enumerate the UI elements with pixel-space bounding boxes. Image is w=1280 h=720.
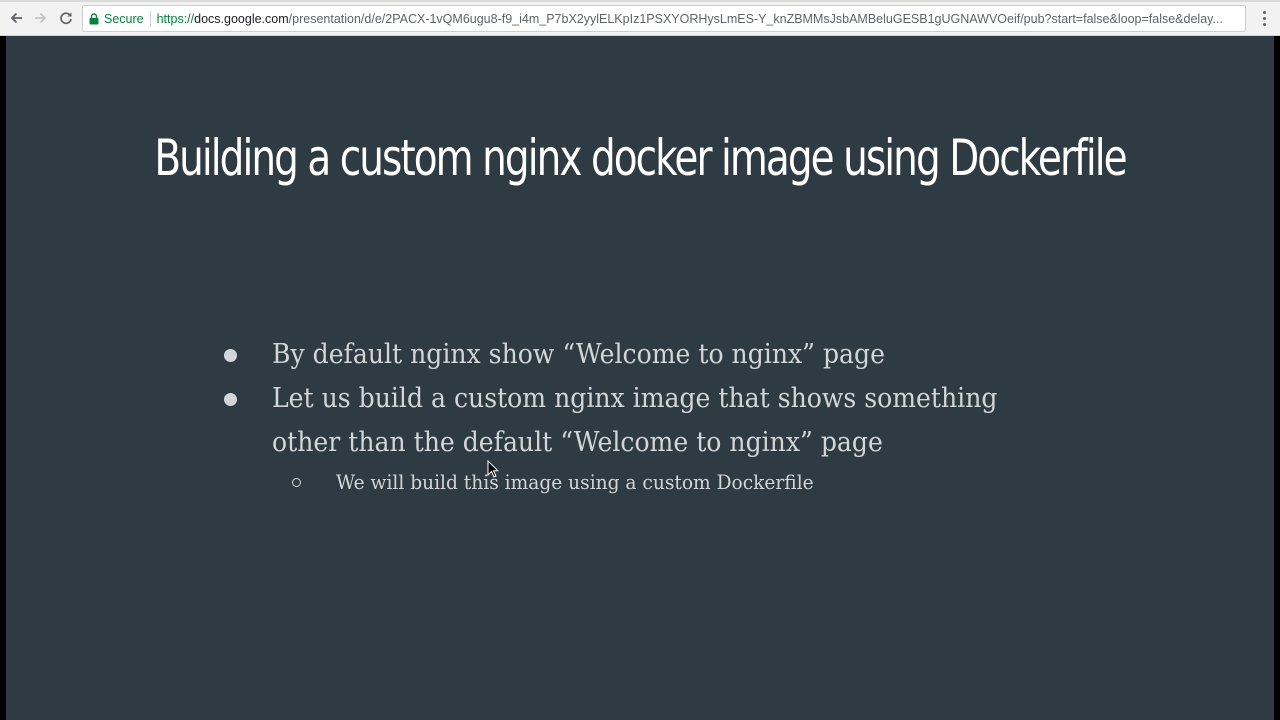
mouse-pointer-icon [487,460,499,478]
bullet-text: Let us build a custom nginx image that s… [272,383,998,414]
sub-bullet-circle [292,478,301,487]
reload-icon [60,12,72,25]
bullet-dot [224,349,237,362]
more-vert-icon[interactable] [1256,8,1272,28]
bullet-text: By default nginx show “Welcome to nginx”… [272,339,885,370]
reload-button[interactable] [56,8,76,28]
bullet-text-continuation: other than the default “Welcome to nginx… [272,427,883,458]
address-bar[interactable]: Secure https://docs.google.com/presentat… [82,5,1246,32]
url-host: docs.google.com [194,11,289,26]
bullet-dot [224,393,237,406]
slide[interactable]: Building a custom nginx docker image usi… [6,36,1274,720]
menu-dot [1262,10,1266,14]
forward-button[interactable] [31,8,51,28]
forward-arrow-icon [35,12,47,24]
lock-icon [89,12,99,24]
sub-bullet-text: We will build this image using a custom … [336,470,814,494]
bullet-list: By default nginx show “Welcome to nginx”… [6,36,1274,720]
menu-dot [1262,16,1266,20]
back-button[interactable] [6,8,26,28]
browser-toolbar: Secure https://docs.google.com/presentat… [0,0,1280,36]
back-arrow-icon [10,12,22,24]
tab-strip-edge [0,0,1280,2]
menu-dot [1262,22,1266,26]
url-scheme: https:// [156,11,195,26]
secure-label: Secure [104,11,144,26]
url-path: /presentation/d/e/2PACX-1vQM6ugu8-f9_i4m… [288,11,1223,26]
presentation-viewport: Building a custom nginx docker image usi… [0,36,1280,720]
secure-separator [149,10,151,27]
